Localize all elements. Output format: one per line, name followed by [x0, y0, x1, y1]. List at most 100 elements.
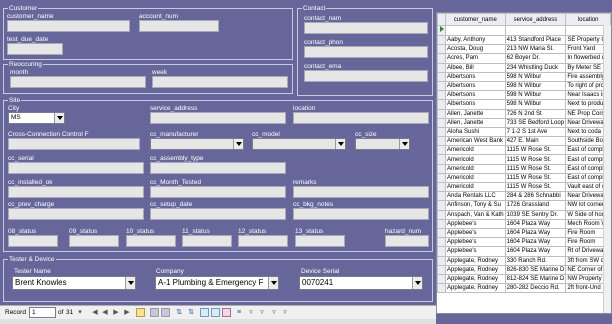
table-row[interactable]: Albertsons 598 N Wilbur To right of pro [437, 80, 611, 92]
table-cell[interactable]: Acres, Pam [445, 53, 506, 64]
table-cell[interactable]: 1726 Grassland [504, 200, 567, 211]
remarks-field[interactable] [293, 186, 429, 198]
cc-serial-field[interactable] [8, 162, 144, 174]
table-cell[interactable]: Albertsons [445, 80, 506, 92]
first-record-icon[interactable]: ◀ [91, 308, 99, 317]
row-selector[interactable] [437, 80, 447, 92]
undo-icon[interactable] [161, 308, 170, 317]
table-cell[interactable]: Applegate, Rodney [445, 283, 506, 294]
table-cell[interactable]: Anfinson, Tony & Su [445, 200, 506, 211]
table-cell[interactable]: Albee, Bill [445, 62, 506, 73]
table-cell[interactable]: 1115 W Rose St. [504, 154, 567, 165]
row-selector[interactable] [437, 172, 447, 184]
table-cell[interactable] [504, 25, 567, 36]
row-selector[interactable] [437, 273, 447, 285]
table-cell[interactable]: 1604 Plaza Way [504, 237, 567, 248]
cc-model-combo[interactable] [252, 138, 346, 150]
table-row[interactable]: Americold 1115 W Rose St. East of comple [437, 172, 611, 184]
status-11-field[interactable] [182, 235, 232, 247]
row-selector[interactable] [437, 117, 447, 128]
cc-bkg-notes-field[interactable] [293, 208, 429, 220]
chevron-down-icon[interactable] [399, 139, 409, 149]
location-field[interactable] [293, 112, 429, 124]
contact-phon-field[interactable] [304, 46, 428, 58]
table-cell[interactable]: Applegate, Rodney [445, 255, 506, 266]
table-cell[interactable]: Americold [445, 145, 506, 156]
hazard-num-field[interactable] [385, 235, 429, 247]
row-selector[interactable] [437, 154, 447, 165]
row-selector[interactable] [437, 145, 447, 156]
cc-month-tested-field[interactable] [150, 186, 286, 198]
column-header[interactable]: location [565, 13, 611, 26]
status-12-field[interactable] [238, 235, 288, 247]
row-selector[interactable] [437, 108, 447, 119]
save-icon[interactable] [150, 308, 159, 317]
table-cell[interactable]: Applebee's [445, 218, 506, 229]
row-selector[interactable] [437, 191, 447, 202]
row-selector[interactable] [437, 53, 447, 64]
table-row[interactable]: Applegate, Rodney 812-824 SE Marine D NW P… [437, 273, 611, 285]
cc-setup-date-field[interactable] [150, 208, 286, 220]
table-row[interactable]: Allen, Janette 726 N 2nd St NE Prop Corne [437, 108, 611, 119]
status-08-field[interactable] [8, 235, 58, 247]
row-selector-header[interactable] [437, 13, 447, 26]
table-cell[interactable]: 7 1-2 S 1st Ave [504, 126, 567, 138]
row-selector[interactable] [437, 136, 447, 147]
table-row[interactable]: Albertsons 598 N Wilbur Next to produ [437, 99, 611, 110]
sort-descending-icon[interactable]: ⇅ [187, 308, 195, 317]
table-cell[interactable]: 1115 W Rose St. [504, 163, 567, 174]
row-selector[interactable] [437, 62, 447, 73]
row-selector[interactable] [437, 227, 447, 239]
table-cell[interactable]: Albertsons [445, 71, 506, 82]
table-cell[interactable]: 1039 SE Sentry Dr. [504, 209, 567, 220]
table-cell[interactable]: Applebee's [445, 237, 506, 248]
table-row[interactable]: Allen, Janette 733 SE Bedford Loop Near Dr… [437, 117, 611, 128]
table-cell[interactable]: Anspach, Van & Kath [445, 209, 506, 220]
table-row[interactable]: Applebee's 1604 Plaza Way Mech Room W [437, 218, 611, 229]
table-row[interactable]: Applegate, Rodney 280-282 Deccio Rd. 2ft f… [437, 283, 611, 294]
table-row[interactable]: Aloha Sushi 7 1-2 S 1st Ave Next to coda r [437, 126, 611, 138]
horizontal-scrollbar[interactable] [0, 319, 436, 324]
chevron-down-icon[interactable] [412, 277, 422, 289]
previous-record-icon[interactable]: ◀ [101, 308, 109, 317]
chevron-down-icon[interactable] [335, 139, 345, 149]
cc-manufacturer-combo[interactable] [150, 138, 244, 150]
table-row[interactable]: Applegate, Rodney 330 Ranch Rd. 3ft from S… [437, 255, 611, 266]
chevron-down-icon[interactable] [233, 139, 243, 149]
table-cell[interactable]: 1115 W Rose St. [504, 181, 567, 193]
table-cell[interactable]: 234 Whistling Duck [504, 62, 567, 73]
table-cell[interactable]: 1604 Plaza Way [504, 218, 567, 229]
table-row[interactable]: Albertsons 598 N Wilbur Fire assembly [437, 71, 611, 82]
row-selector[interactable] [437, 25, 447, 36]
month-field[interactable] [10, 76, 146, 88]
table-row[interactable]: Americold 1115 W Rose St. East of comple [437, 145, 611, 156]
table-cell[interactable]: 413 Standford Place [504, 34, 567, 46]
row-selector[interactable] [437, 209, 447, 220]
row-selector[interactable] [437, 283, 447, 294]
table-cell[interactable]: Albertsons [445, 90, 506, 101]
table-cell[interactable] [445, 25, 506, 36]
vertical-scrollbar[interactable] [603, 25, 611, 313]
table-row[interactable]: Applebee's 1604 Plaza Way Fire Room [437, 227, 611, 239]
table-cell[interactable]: 213 NW Maria St. [504, 44, 567, 55]
company-combo[interactable]: A-1 Plumbing & Emergency F [155, 276, 279, 290]
chevron-down-icon[interactable] [125, 277, 135, 289]
sort-ascending-icon[interactable]: ⇅ [175, 308, 183, 317]
row-selector[interactable] [437, 181, 447, 193]
tester-name-combo[interactable]: Brent Knowles [12, 276, 136, 290]
table-cell[interactable]: 598 N Wilbur [504, 99, 567, 110]
toggle-filter-icon[interactable]: ▿ [247, 308, 255, 317]
row-selector[interactable] [437, 44, 447, 55]
table-cell[interactable]: Albertsons [445, 99, 506, 110]
table-row[interactable]: Acosta, Doug 213 NW Maria St. Front Yard [437, 44, 611, 55]
table-row[interactable]: Americold 1115 W Rose St. Vault east of c [437, 181, 611, 193]
table-cell[interactable]: 733 SE Bedford Loop [504, 117, 567, 128]
customer-name-field[interactable] [7, 20, 130, 32]
table-row[interactable]: Americold 1115 W Rose St. East of comple [437, 154, 611, 165]
table-row[interactable]: Applegate, Rodney 826-830 SE Marine D NE C… [437, 264, 611, 275]
row-selector[interactable] [437, 264, 447, 275]
cc-installed-ok-field[interactable] [8, 186, 144, 198]
table-cell[interactable]: 62 Boyer Dr. [504, 53, 567, 64]
test-due-date-field[interactable] [7, 43, 63, 55]
table-cell[interactable]: Aaby, Anthony [445, 34, 506, 46]
